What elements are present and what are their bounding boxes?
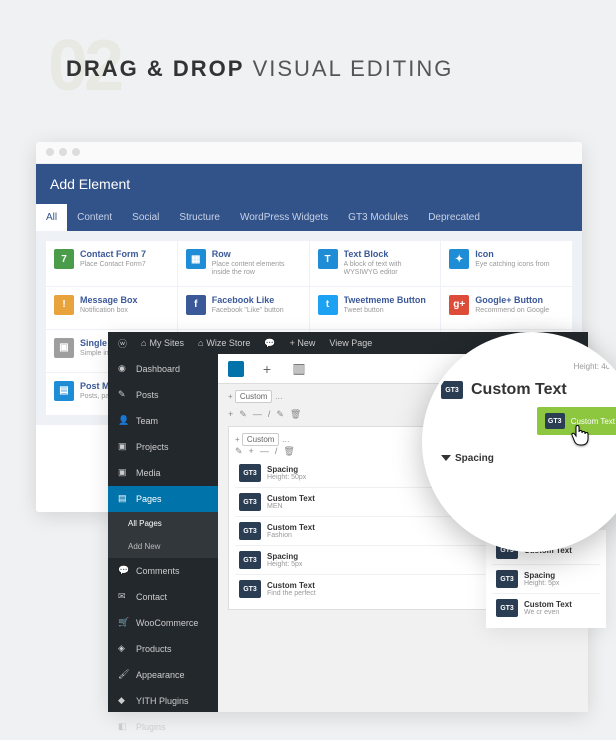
template-button[interactable]: ▥ [290, 360, 308, 378]
menu-icon: ▤ [118, 493, 130, 505]
sidebar-item-pages[interactable]: ▤Pages [108, 486, 218, 512]
element-icon[interactable]: ✦IconEye catching icons from [441, 241, 572, 286]
element-icon: ▦ [186, 249, 206, 269]
sidebar-item-dashboard[interactable]: ◉Dashboard [108, 356, 218, 382]
comments-link[interactable]: 💬 [264, 338, 275, 349]
hero-heading: 02 DRAG & DROP VISUAL EDITING [48, 30, 120, 102]
site-link[interactable]: ⌂ Wize Store [198, 338, 250, 348]
sidebar-item-products[interactable]: ◈Products [108, 636, 218, 662]
modal-tabs: AllContentSocialStructureWordPress Widge… [36, 204, 582, 231]
sidebar-item-woocommerce[interactable]: 🛒WooCommerce [108, 610, 218, 636]
wp-logo-icon[interactable]: ⓦ [118, 337, 127, 350]
tab-gt3-modules[interactable]: GT3 Modules [338, 204, 418, 231]
chevron-down-icon [441, 455, 451, 461]
cursor-hand-icon [569, 423, 591, 453]
add-element-button[interactable]: + [258, 360, 276, 378]
element-icon: ▤ [54, 381, 74, 401]
zoom-meta: …cingHeight: 400px [441, 353, 616, 371]
sidebar-item-team[interactable]: 👤Team [108, 408, 218, 434]
menu-icon: 🛒 [118, 617, 130, 629]
sidebar-item-all-pages[interactable]: All Pages [108, 512, 218, 535]
menu-icon: ✉ [118, 591, 130, 603]
menu-icon: ◧ [118, 721, 130, 733]
vc-logo-icon[interactable] [228, 361, 244, 377]
gt3-badge-icon: GT3 [239, 493, 261, 511]
element-message-box[interactable]: !Message BoxNotification box [46, 287, 177, 329]
wp-sidebar: ◉Dashboard✎Posts👤Team▣Projects▣Media▤Pag… [108, 332, 218, 712]
element-row[interactable]: ▦RowPlace content elements inside the ro… [178, 241, 309, 286]
view-page-link[interactable]: View Page [329, 338, 372, 348]
tab-deprecated[interactable]: Deprecated [418, 204, 490, 231]
element-icon: t [318, 295, 338, 315]
element-contact-form-7[interactable]: 7Contact Form 7Place Contact Form7 [46, 241, 177, 286]
drag-element-button[interactable]: GT3 Custom Text [537, 407, 616, 435]
element-icon: f [186, 295, 206, 315]
gt3-badge-icon: GT3 [545, 413, 565, 429]
window-dots [36, 142, 582, 164]
tab-content[interactable]: Content [67, 204, 122, 231]
menu-icon: ◉ [118, 363, 130, 375]
mysites-link[interactable]: ⌂ My Sites [141, 338, 184, 348]
gt3-badge-icon: GT3 [496, 570, 518, 588]
element-icon: ✦ [449, 249, 469, 269]
menu-icon: 💬 [118, 565, 130, 577]
gt3-badge-icon: GT3 [239, 464, 261, 482]
element-icon: g+ [449, 295, 469, 315]
crumb-tag[interactable]: Custom [235, 390, 273, 403]
sidebar-item-yith-plugins[interactable]: ◆YITH Plugins [108, 688, 218, 714]
element-text-block[interactable]: TText BlockA block of text with WYSIWYG … [310, 241, 441, 286]
element-icon: ▣ [54, 338, 74, 358]
tab-wordpress-widgets[interactable]: WordPress Widgets [230, 204, 338, 231]
content-block[interactable]: GT3Custom TextWe cr even [492, 593, 600, 622]
menu-icon: ◈ [118, 643, 130, 655]
gt3-badge-icon: GT3 [239, 580, 261, 598]
menu-icon: ✎ [118, 389, 130, 401]
menu-icon: ▣ [118, 467, 130, 479]
element-icon: T [318, 249, 338, 269]
gt3-badge-icon: GT3 [239, 551, 261, 569]
sidebar-item-comments[interactable]: 💬Comments [108, 558, 218, 584]
tab-structure[interactable]: Structure [169, 204, 230, 231]
element-google+-button[interactable]: g+Google+ ButtonRecommend on Google [441, 287, 572, 329]
hero-title: DRAG & DROP VISUAL EDITING [66, 56, 453, 82]
sidebar-item-add-new[interactable]: Add New [108, 535, 218, 558]
tab-social[interactable]: Social [122, 204, 169, 231]
element-icon: 7 [54, 249, 74, 269]
sidebar-item-posts[interactable]: ✎Posts [108, 382, 218, 408]
menu-icon: 👤 [118, 415, 130, 427]
menu-icon: 🖌 [118, 669, 130, 681]
element-tweetmeme-button[interactable]: tTweetmeme ButtonTweet button [310, 287, 441, 329]
content-block[interactable]: GT3SpacingHeight: 5px [492, 564, 600, 593]
new-link[interactable]: + New [290, 338, 316, 348]
sidebar-item-contact[interactable]: ✉Contact [108, 584, 218, 610]
modal-title: Add Element [36, 164, 582, 204]
zoom-lens: …cingHeight: 400px GT3 Custom Text GT3 C… [422, 332, 616, 552]
gt3-badge-icon: GT3 [239, 522, 261, 540]
gt3-badge-icon: GT3 [441, 381, 463, 399]
menu-icon: ▣ [118, 441, 130, 453]
menu-icon: ◆ [118, 695, 130, 707]
element-facebook-like[interactable]: fFacebook LikeFacebook "Like" button [178, 287, 309, 329]
sidebar-item-plugins[interactable]: ◧Plugins [108, 714, 218, 740]
zoom-spacing-heading[interactable]: Spacing [441, 453, 616, 464]
tab-all[interactable]: All [36, 204, 67, 231]
gt3-badge-icon: GT3 [496, 599, 518, 617]
zoom-custom-text-block[interactable]: GT3 Custom Text [441, 381, 616, 399]
sidebar-item-projects[interactable]: ▣Projects [108, 434, 218, 460]
sidebar-item-media[interactable]: ▣Media [108, 460, 218, 486]
element-icon: ! [54, 295, 74, 315]
sidebar-item-appearance[interactable]: 🖌Appearance [108, 662, 218, 688]
